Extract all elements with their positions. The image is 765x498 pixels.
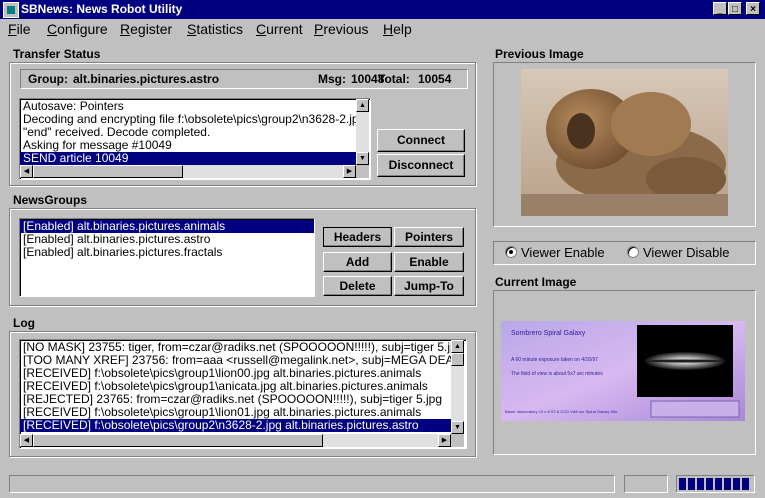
transfer-status-line: Group: alt.binaries.pictures.astro Msg: … <box>20 69 468 89</box>
pointers-label: Pointers <box>404 230 453 244</box>
newsgroups-title: NewsGroups <box>13 193 88 207</box>
progress-block <box>715 478 722 490</box>
msg-label: Msg: <box>318 72 346 86</box>
log-hscroll-thumb[interactable] <box>33 434 323 447</box>
log-vscroll-thumb[interactable] <box>451 353 464 366</box>
progress-block <box>706 478 713 490</box>
log-scroll-up-icon[interactable]: ▲ <box>451 340 464 353</box>
current-image-title: Current Image <box>495 275 577 289</box>
disconnect-label: Disconnect <box>388 158 454 172</box>
log-box[interactable]: [NO MASK] 23755: tiger, from=czar@radiks… <box>19 339 467 449</box>
jump-to-label: Jump-To <box>404 279 454 293</box>
scroll-down-icon[interactable]: ▼ <box>356 152 369 165</box>
group-value: alt.binaries.pictures.astro <box>73 72 220 86</box>
log-scroll-left-icon[interactable]: ◀ <box>20 434 33 447</box>
menu-file[interactable]: File <box>8 21 31 37</box>
progress-block <box>724 478 731 490</box>
transfer-log-line[interactable]: SEND article 10049 <box>20 152 356 165</box>
progress-block <box>742 478 749 490</box>
disconnect-button[interactable]: Disconnect <box>377 154 465 177</box>
viewer-enable-label: Viewer Enable <box>521 245 605 260</box>
log-scroll-corner <box>451 434 464 447</box>
current-image[interactable]: Sombrero Spiral Galaxy A 60 minute expos… <box>501 321 745 421</box>
log-scroll-down-icon[interactable]: ▼ <box>451 421 464 434</box>
caption-footer: Bauer observatory 10 x 8 ST-6 CCD Visit … <box>505 409 618 414</box>
add-button[interactable]: Add <box>323 252 392 272</box>
transfer-vscroll[interactable]: ▲ ▼ <box>356 99 369 165</box>
scroll-up-icon[interactable]: ▲ <box>356 99 369 112</box>
menu-previous[interactable]: Previous <box>314 21 368 37</box>
progress-block <box>688 478 695 490</box>
total-value: 10054 <box>418 72 452 86</box>
previous-image[interactable] <box>521 69 728 216</box>
delete-label: Delete <box>339 279 376 293</box>
title-bar[interactable]: SBNews: News Robot Utility _ □ × <box>0 0 765 19</box>
newsgroup-item[interactable]: [Enabled] alt.binaries.pictures.fractals <box>20 246 314 259</box>
status-text-panel <box>9 475 615 493</box>
menu-statistics[interactable]: Statistics <box>187 21 243 37</box>
viewer-enable-radio[interactable]: Viewer Enable <box>505 245 605 260</box>
jump-to-button[interactable]: Jump-To <box>394 276 464 296</box>
headers-button[interactable]: Headers <box>323 227 392 247</box>
transfer-status-title: Transfer Status <box>13 47 101 61</box>
minimize-button[interactable]: _ <box>713 2 727 15</box>
transfer-log-box[interactable]: Autosave: Pointers Decoding and encryptin… <box>19 98 371 180</box>
log-hscroll[interactable]: ◀ ▶ <box>20 434 451 447</box>
app-icon[interactable] <box>3 2 19 18</box>
radio-on-icon <box>505 246 517 258</box>
close-button[interactable]: × <box>746 2 760 15</box>
menu-current[interactable]: Current <box>256 21 303 37</box>
total-label: Total: <box>378 72 410 86</box>
caption-title: Sombrero Spiral Galaxy <box>511 330 586 337</box>
pointers-button[interactable]: Pointers <box>394 227 464 247</box>
radio-off-icon <box>627 246 639 258</box>
scroll-thumb[interactable] <box>33 165 183 178</box>
log-title: Log <box>13 316 35 330</box>
scroll-right-icon[interactable]: ▶ <box>343 165 356 178</box>
newsgroups-list[interactable]: [Enabled] alt.binaries.pictures.animals[… <box>19 218 315 297</box>
status-small-panel <box>624 475 668 493</box>
progress-block <box>697 478 704 490</box>
connect-button[interactable]: Connect <box>377 129 465 152</box>
scroll-corner <box>356 165 369 178</box>
previous-image-title: Previous Image <box>495 47 584 61</box>
caption-line2: The field of view is about 5x7 arc minut… <box>511 371 603 377</box>
log-scroll-right-icon[interactable]: ▶ <box>438 434 451 447</box>
transfer-hscroll[interactable]: ◀ ▶ <box>20 165 356 178</box>
enable-label: Enable <box>409 255 449 269</box>
headers-label: Headers <box>333 230 382 244</box>
connect-label: Connect <box>397 133 445 147</box>
progress-bar <box>676 475 755 493</box>
group-label: Group: <box>28 72 68 86</box>
add-label: Add <box>345 255 370 269</box>
maximize-button[interactable]: □ <box>728 2 742 15</box>
log-line[interactable]: [RECEIVED] f:\obsolete\pics\group2\n3628… <box>20 419 451 432</box>
log-vscroll[interactable]: ▲ ▼ <box>451 340 464 434</box>
viewer-disable-label: Viewer Disable <box>643 245 730 260</box>
menu-register[interactable]: Register <box>120 21 172 37</box>
enable-button[interactable]: Enable <box>394 252 464 272</box>
delete-button[interactable]: Delete <box>323 276 392 296</box>
progress-block <box>679 478 686 490</box>
menu-help[interactable]: Help <box>383 21 412 37</box>
menu-bar: File Configure Register Statistics Curre… <box>0 19 765 39</box>
scroll-left-icon[interactable]: ◀ <box>20 165 33 178</box>
window-title: SBNews: News Robot Utility <box>21 2 183 16</box>
progress-block <box>733 478 740 490</box>
caption-line1: A 60 minute exposure taken on 4/16/97 <box>511 357 598 363</box>
viewer-disable-radio[interactable]: Viewer Disable <box>627 245 729 260</box>
menu-configure[interactable]: Configure <box>47 21 108 37</box>
